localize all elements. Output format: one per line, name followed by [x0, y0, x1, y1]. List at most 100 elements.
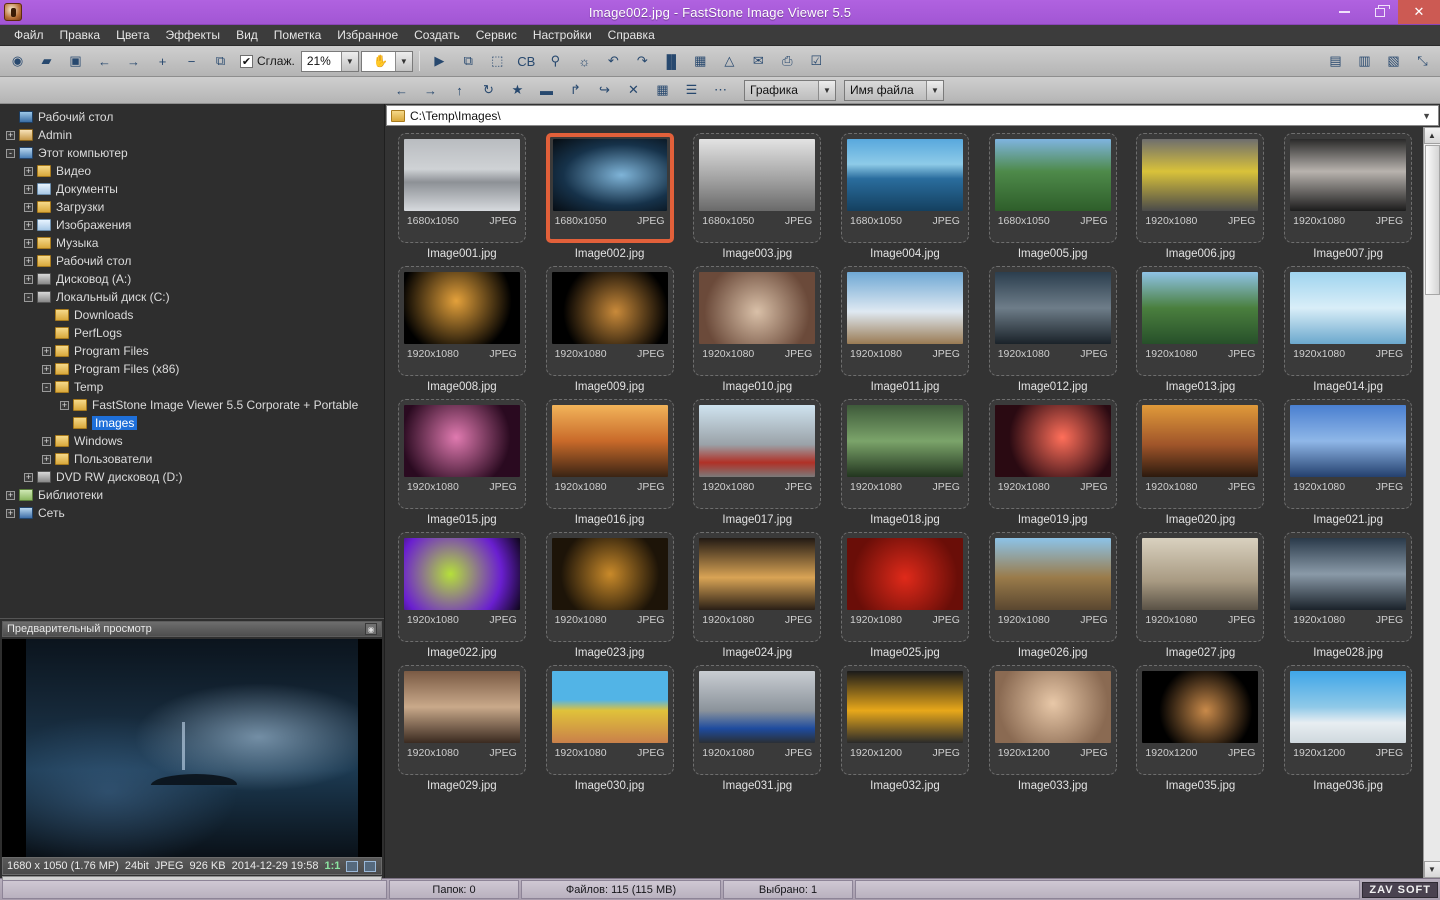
tree-item-12[interactable]: PerfLogs	[2, 324, 384, 342]
thumbnail-cell[interactable]: 1920x1080JPEGImage013.jpg	[1130, 266, 1272, 393]
expand-icon[interactable]: +	[24, 275, 33, 284]
thumbnail-cell[interactable]: 1680x1050JPEGImage002.jpg	[539, 133, 681, 260]
smoothing-checkbox[interactable]: ✔ Сглаж.	[240, 54, 295, 68]
path-chevron-down-icon[interactable]: ▼	[1422, 111, 1434, 121]
wallpaper-icon[interactable]: ▦	[687, 49, 714, 74]
collapse-icon[interactable]: -	[6, 149, 15, 158]
thumbnail-box[interactable]: 1920x1080JPEG	[989, 266, 1117, 376]
redo-icon[interactable]: ↷	[629, 49, 656, 74]
filter-combo[interactable]: Графика ▼	[744, 80, 836, 101]
menu-item-8[interactable]: Сервис	[468, 26, 525, 44]
thumbnail-box[interactable]: 1920x1080JPEG	[693, 266, 821, 376]
collapse-icon[interactable]: -	[24, 293, 33, 302]
tree-item-6[interactable]: +Изображения	[2, 216, 384, 234]
thumbnail-box[interactable]: 1920x1080JPEG	[693, 532, 821, 642]
scan-icon[interactable]: △	[716, 49, 743, 74]
thumbnail-cell[interactable]: 1920x1080JPEGImage029.jpg	[391, 665, 533, 792]
expand-icon[interactable]: +	[24, 221, 33, 230]
expand-icon[interactable]: +	[42, 347, 51, 356]
sort-chevron-icon[interactable]: ▼	[926, 81, 943, 100]
thumbnail-box[interactable]: 1680x1050JPEG	[841, 133, 969, 243]
expand-icon[interactable]: +	[60, 401, 69, 410]
thumbnail-box[interactable]: 1920x1080JPEG	[1284, 266, 1412, 376]
email-icon[interactable]: ✉	[745, 49, 772, 74]
color-balance-icon[interactable]: CB	[513, 49, 540, 74]
actual-size-icon[interactable]: ⧉	[207, 49, 234, 74]
thumbnail-cell[interactable]: 1920x1200JPEGImage036.jpg	[1277, 665, 1419, 792]
expand-icon[interactable]: +	[42, 365, 51, 374]
tree-item-0[interactable]: Рабочий стол	[2, 108, 384, 126]
fullscreen-icon[interactable]: ⤡	[1409, 49, 1436, 74]
thumbnail-cell[interactable]: 1920x1200JPEGImage032.jpg	[834, 665, 976, 792]
sort-combo[interactable]: Имя файла ▼	[844, 80, 944, 101]
thumbnail-cell[interactable]: 1920x1080JPEGImage022.jpg	[391, 532, 533, 659]
details-mode-icon[interactable]: ☰	[678, 78, 705, 103]
thumbnail-box[interactable]: 1920x1080JPEG	[1284, 133, 1412, 243]
menu-item-2[interactable]: Цвета	[108, 26, 157, 44]
thumbnail-box[interactable]: 1920x1080JPEG	[841, 399, 969, 509]
expand-icon[interactable]: +	[24, 167, 33, 176]
thumbnail-cell[interactable]: 1920x1080JPEGImage014.jpg	[1277, 266, 1419, 393]
tree-item-18[interactable]: +Windows	[2, 432, 384, 450]
list-view-icon[interactable]: ▥	[1351, 49, 1378, 74]
thumbnail-cell[interactable]: 1920x1080JPEGImage024.jpg	[686, 532, 828, 659]
path-bar[interactable]: C:\Temp\Images\ ▼	[386, 105, 1439, 126]
thumbnail-box[interactable]: 1920x1080JPEG	[398, 266, 526, 376]
thumbnail-box[interactable]: 1680x1050JPEG	[693, 133, 821, 243]
chevron-down-icon[interactable]: ▼	[341, 52, 358, 71]
up-folder-icon[interactable]: ↑	[446, 78, 473, 103]
tree-item-19[interactable]: +Пользователи	[2, 450, 384, 468]
tree-item-10[interactable]: -Локальный диск (C:)	[2, 288, 384, 306]
thumbnail-box[interactable]: 1920x1200JPEG	[1136, 665, 1264, 775]
info-ratio[interactable]: 1:1	[324, 860, 340, 872]
thumbnail-box[interactable]: 1920x1200JPEG	[841, 665, 969, 775]
tree-item-7[interactable]: +Музыка	[2, 234, 384, 252]
save-icon[interactable]: ▣	[62, 49, 89, 74]
vertical-scrollbar[interactable]: ▲ ▼	[1423, 127, 1440, 878]
thumbnail-cell[interactable]: 1920x1080JPEGImage019.jpg	[982, 399, 1124, 526]
expand-icon[interactable]: +	[24, 185, 33, 194]
screen-capture-icon[interactable]: ◉	[4, 49, 31, 74]
expand-icon[interactable]: +	[6, 491, 15, 500]
collapse-icon[interactable]: -	[42, 383, 51, 392]
expand-icon[interactable]: +	[24, 257, 33, 266]
undo-icon[interactable]: ↶	[600, 49, 627, 74]
thumbnail-cell[interactable]: 1920x1080JPEGImage018.jpg	[834, 399, 976, 526]
tree-item-5[interactable]: +Загрузки	[2, 198, 384, 216]
zoom-level-combo[interactable]: 21% ▼	[301, 51, 359, 72]
thumbnail-box[interactable]: 1920x1080JPEG	[1284, 399, 1412, 509]
refresh-icon[interactable]: ↻	[475, 78, 502, 103]
thumbnail-box[interactable]: 1920x1080JPEG	[398, 399, 526, 509]
tree-item-8[interactable]: +Рабочий стол	[2, 252, 384, 270]
crop-icon[interactable]: ⬚	[484, 49, 511, 74]
new-folder-icon[interactable]: ▬	[533, 78, 560, 103]
thumbnail-cell[interactable]: 1920x1080JPEGImage011.jpg	[834, 266, 976, 393]
thumbnail-cell[interactable]: 1920x1080JPEGImage021.jpg	[1277, 399, 1419, 526]
thumbnail-cell[interactable]: 1920x1200JPEGImage035.jpg	[1130, 665, 1272, 792]
thumbnail-cell[interactable]: 1920x1080JPEGImage028.jpg	[1277, 532, 1419, 659]
scrollbar-track[interactable]	[1424, 295, 1440, 861]
tree-item-3[interactable]: +Видео	[2, 162, 384, 180]
thumbnail-box[interactable]: 1920x1080JPEG	[1136, 399, 1264, 509]
thumbnail-box[interactable]: 1920x1080JPEG	[989, 532, 1117, 642]
tree-item-20[interactable]: +DVD RW дисковод (D:)	[2, 468, 384, 486]
thumbnail-box[interactable]: 1920x1080JPEG	[546, 399, 674, 509]
filter-chevron-icon[interactable]: ▼	[818, 81, 835, 100]
thumbnail-box[interactable]: 1920x1080JPEG	[546, 266, 674, 376]
hand-tool-chevron-icon[interactable]: ▼	[395, 52, 412, 71]
folder-tree[interactable]: Рабочий стол+Admin-Этот компьютер+Видео+…	[0, 104, 384, 618]
close-button[interactable]: ✕	[1398, 0, 1440, 24]
adjust-lighting-icon[interactable]: ☼	[571, 49, 598, 74]
scroll-down-button[interactable]: ▼	[1424, 861, 1440, 878]
slideshow-icon[interactable]: ▶	[426, 49, 453, 74]
zoom-in-icon[interactable]: +	[149, 49, 176, 74]
expand-icon[interactable]: +	[24, 473, 33, 482]
thumbnail-box[interactable]: 1920x1080JPEG	[398, 665, 526, 775]
thumbnail-cell[interactable]: 1920x1080JPEGImage020.jpg	[1130, 399, 1272, 526]
thumbnail-box[interactable]: 1680x1050JPEG	[989, 133, 1117, 243]
thumbnail-cell[interactable]: 1920x1080JPEGImage012.jpg	[982, 266, 1124, 393]
thumbnail-box[interactable]: 1920x1080JPEG	[1284, 532, 1412, 642]
thumbnail-view-icon[interactable]: ▤	[1322, 49, 1349, 74]
hand-tool-combo[interactable]: ✋ ▼	[361, 51, 413, 72]
thumbnail-cell[interactable]: 1920x1080JPEGImage030.jpg	[539, 665, 681, 792]
